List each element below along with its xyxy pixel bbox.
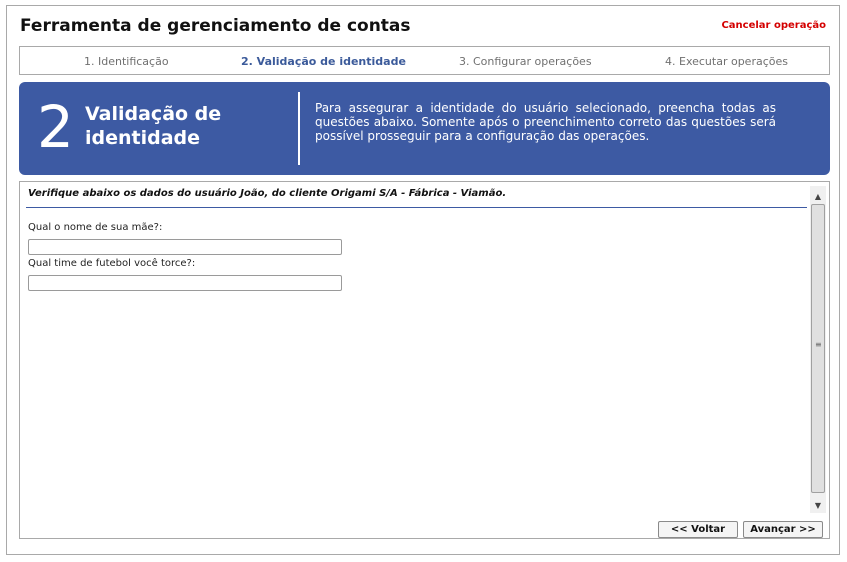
cancel-operation-link[interactable]: Cancelar operação	[721, 20, 826, 31]
step-description: Para assegurar a identidade do usuário s…	[315, 101, 776, 143]
main-window: Ferramenta de gerenciamento de contas Ca…	[6, 5, 840, 555]
back-button[interactable]: << Voltar	[658, 521, 738, 538]
steps-bar: 1. Identificação 2. Validação de identid…	[19, 46, 830, 75]
football-team-input[interactable]	[28, 275, 342, 291]
window-title: Ferramenta de gerenciamento de contas	[20, 16, 411, 36]
step-execute-operations[interactable]: 4. Executar operações	[665, 55, 788, 68]
football-team-label: Qual time de futebol você torce?:	[28, 258, 196, 269]
verify-instructions: Verifique abaixo os dados do usuário Joã…	[28, 188, 507, 199]
section-divider	[26, 207, 807, 208]
next-button[interactable]: Avançar >>	[743, 521, 823, 538]
step-banner: 2 Validação de identidade Para assegurar…	[19, 82, 830, 175]
scroll-grip-icon: ≡	[815, 340, 822, 349]
vertical-scrollbar[interactable]: ▲ ≡ ▼	[810, 186, 826, 513]
step-configure-operations[interactable]: 3. Configurar operações	[459, 55, 592, 68]
step-heading: Validação de identidade	[85, 102, 221, 150]
step-heading-line2: identidade	[85, 127, 201, 149]
form-panel: Verifique abaixo os dados do usuário Joã…	[19, 181, 830, 539]
step-number: 2	[37, 93, 74, 161]
scroll-down-icon[interactable]: ▼	[810, 497, 826, 513]
mother-name-input[interactable]	[28, 239, 342, 255]
step-heading-line1: Validação de	[85, 103, 222, 125]
scrollbar-thumb[interactable]: ≡	[811, 204, 825, 493]
mother-name-label: Qual o nome de sua mãe?:	[28, 222, 163, 233]
scroll-up-icon[interactable]: ▲	[810, 188, 826, 204]
step-identification[interactable]: 1. Identificação	[84, 55, 169, 68]
step-identity-validation[interactable]: 2. Validação de identidade	[241, 55, 406, 68]
banner-divider	[298, 92, 300, 165]
